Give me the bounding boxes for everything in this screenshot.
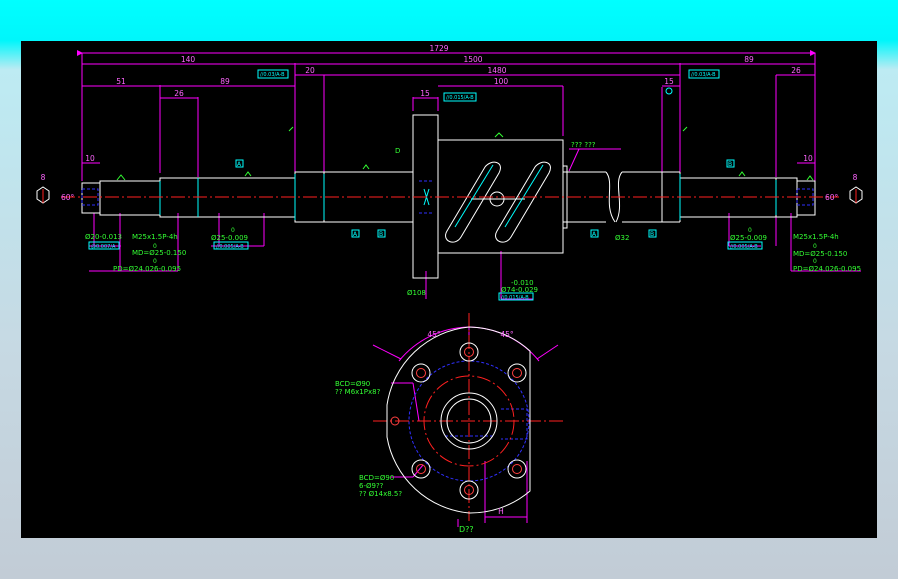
surface-finish-marks	[116, 126, 814, 181]
bcd-bottom-note2: ?? Ø14x8.5?	[359, 490, 402, 498]
angle-left: 45°	[427, 330, 441, 339]
left-pd-zero: 0	[153, 258, 157, 265]
dim-nut-100: 100	[494, 77, 509, 86]
datum-left-shaft: @0.007/A	[91, 244, 116, 250]
left-bearing-zero: 0	[231, 227, 235, 234]
d-mark: D	[395, 147, 400, 155]
view-label: D??	[459, 525, 474, 534]
bcd-top-note: ?? M6x1Px8?	[335, 388, 381, 396]
nut-dia: Ø74-0.029	[501, 286, 538, 294]
dim-h: H	[498, 507, 504, 516]
cad-canvas[interactable]: 1729 140 1500 89 20 1480 26 51 89 15 100…	[21, 41, 877, 538]
datum-sq4: B	[650, 231, 654, 238]
dimension-lines	[77, 50, 861, 527]
dim-left-10: 10	[85, 154, 95, 163]
bcd-bottom: BCD=Ø90	[359, 474, 394, 482]
hidden-lines	[81, 180, 814, 482]
dim-left-51: 51	[116, 77, 126, 86]
background: 1729 140 1500 89 20 1480 26 51 89 15 100…	[0, 0, 898, 579]
datum-sq2: B	[379, 231, 383, 238]
dim-thread: 1480	[487, 66, 506, 75]
dim-right-10: 10	[803, 154, 813, 163]
ball-screw-drawing: 1729 140 1500 89 20 1480 26 51 89 15 100…	[36, 44, 863, 534]
datum-texts: //0.03/A-B //0.03/A-B //0.015/A-B @0.007…	[91, 72, 758, 301]
left-thread: M25x1.5P-4h	[132, 233, 178, 241]
right-md-zero: 0	[813, 243, 817, 250]
screw-dia: Ø32	[615, 234, 629, 242]
flange-dia: Ø108	[407, 289, 426, 297]
dim-right-60: 60°	[825, 193, 839, 202]
dim-left-8: 8	[41, 173, 46, 182]
left-pd: PD=Ø24.026-0.095	[113, 265, 181, 273]
datum-b-right: B	[728, 161, 732, 168]
dimension-texts: 1729 140 1500 89 20 1480 26 51 89 15 100…	[41, 44, 858, 516]
dim-right-26: 26	[791, 66, 801, 75]
datum-left-bearing: //0.005/A-B	[216, 244, 244, 250]
angle-right: 45°	[500, 330, 514, 339]
dim-left-block: 140	[181, 55, 196, 64]
datum-top-right: //0.03/A-B	[691, 72, 716, 78]
right-md: MD=Ø25-0.150	[793, 250, 847, 258]
datum-markers	[88, 69, 763, 301]
dim-left-89: 89	[220, 77, 230, 86]
flange-end-view	[386, 326, 531, 514]
dim-right-8: 8	[853, 173, 858, 182]
dim-screw: 1500	[463, 55, 482, 64]
left-bearing: Ø25-0.009	[211, 234, 248, 242]
datum-right-bearing: //0.005/A-B	[730, 244, 758, 250]
dim-right-block: 89	[744, 55, 754, 64]
datum-nut: //0.015/A-B	[446, 95, 474, 101]
datum-top-left: //0.03/A-B	[260, 72, 285, 78]
bcd-bottom-note1: 6-Ø9??	[359, 482, 384, 490]
right-pd-zero: 0	[813, 258, 817, 265]
annotation-texts: Ø20-0.013 M25x1.5P-4h 0 MD=Ø25-0.150 0 P…	[85, 141, 861, 534]
dim-right-15: 15	[664, 77, 674, 86]
left-dia: Ø20-0.013	[85, 233, 122, 241]
right-top-note: ??? ???	[571, 141, 596, 149]
left-md: MD=Ø25-0.150	[132, 249, 186, 257]
dim-left-60: 60°	[61, 193, 75, 202]
dim-left-26: 26	[174, 89, 184, 98]
right-pd: PD=Ø24.026-0.095	[793, 265, 861, 273]
bcd-top: BCD=Ø90	[335, 380, 370, 388]
right-bearing: Ø25-0.009	[730, 234, 767, 242]
datum-nut-tol: //0.015/A-B	[501, 295, 529, 301]
dim-nut-15: 15	[420, 89, 430, 98]
dim-left-20: 20	[305, 66, 315, 75]
right-bearing-zero: 0	[748, 227, 752, 234]
right-thread: M25x1.5P-4h	[793, 233, 839, 241]
dim-total: 1729	[429, 44, 448, 53]
